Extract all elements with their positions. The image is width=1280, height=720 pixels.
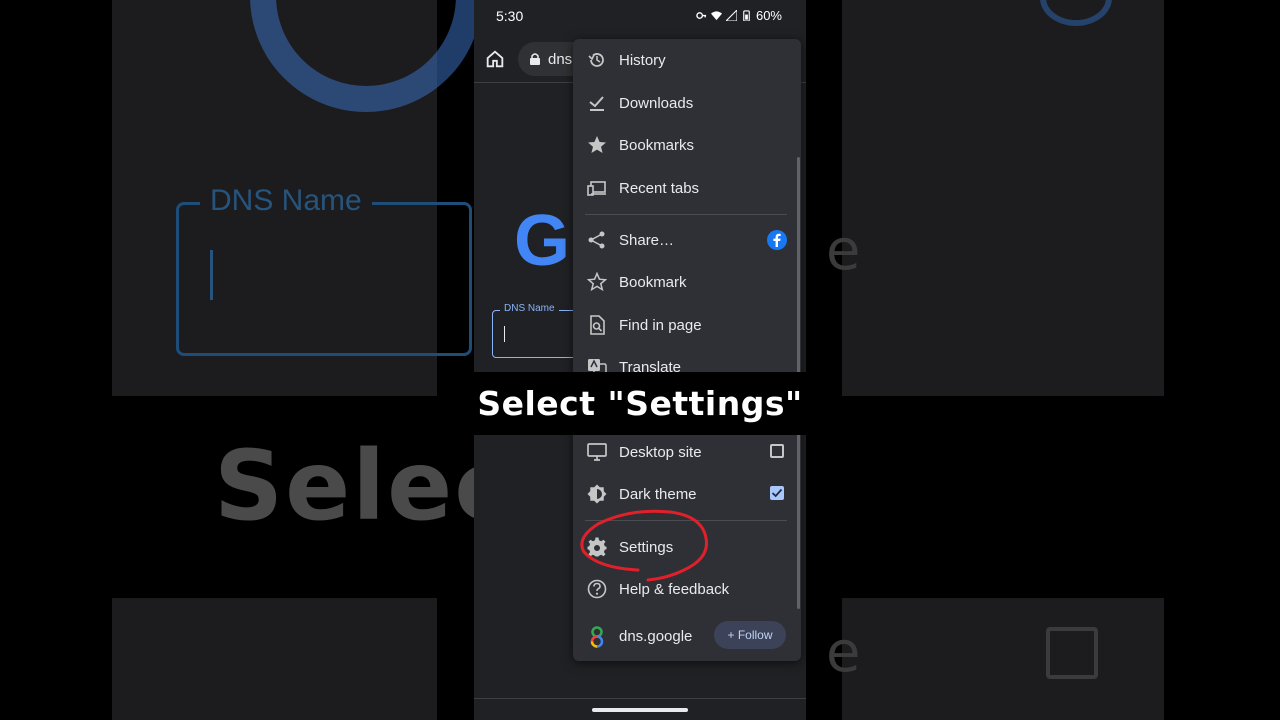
status-time: 5:30: [496, 8, 524, 24]
google-logo: G: [514, 201, 571, 281]
dns-google-site-icon: [590, 626, 604, 648]
menu-item-settings[interactable]: Settings: [573, 526, 801, 568]
battery-percent: 60%: [755, 8, 782, 23]
menu-item-label: Share…: [619, 231, 675, 249]
menu-item-label: Bookmark: [619, 273, 687, 291]
caption-text: Select "Settings": [477, 384, 803, 423]
menu-item-label: Bookmarks: [619, 136, 695, 154]
wifi-icon: [710, 11, 722, 21]
status-icons: 60%: [696, 8, 782, 23]
menu-divider: [585, 520, 787, 521]
follow-row: dns.google + Follow: [573, 616, 801, 658]
menu-item-label: Desktop site: [619, 443, 702, 461]
desktop-site-checkbox[interactable]: [770, 444, 784, 458]
background-dns-label: DNS Name: [200, 184, 372, 218]
menu-item-label: History: [619, 51, 666, 69]
history-icon: [588, 53, 604, 67]
menu-divider: [585, 214, 787, 215]
follow-button[interactable]: + Follow: [714, 621, 786, 649]
signal-icon: [725, 10, 737, 21]
menu-item-label: Settings: [619, 538, 674, 556]
key-icon: [696, 12, 707, 19]
find-in-page-icon: [590, 315, 605, 335]
site-name: dns.google: [619, 628, 693, 645]
menu-item-desktop-site[interactable]: Desktop site: [573, 431, 801, 473]
text-caret: [504, 326, 505, 342]
dark-theme-checkbox[interactable]: [770, 486, 784, 500]
lock-icon: [530, 53, 540, 65]
background-checkbox: [1046, 627, 1098, 679]
checkmark-icon: [771, 488, 783, 498]
menu-item-label: Downloads: [619, 94, 694, 112]
menu-item-label: Recent tabs: [619, 179, 700, 197]
gear-icon: [587, 537, 607, 557]
menu-item-label: Find in page: [619, 316, 702, 334]
dns-name-label: DNS Name: [500, 303, 559, 314]
share-icon: [588, 231, 605, 249]
background-panel-right: [842, 0, 1164, 720]
help-icon: [587, 579, 607, 599]
menu-item-history[interactable]: History: [573, 39, 801, 81]
menu-item-dark-theme[interactable]: Dark theme: [573, 473, 801, 515]
background-glyph: e: [826, 218, 861, 283]
background-caret: [210, 250, 213, 300]
home-icon[interactable]: [484, 48, 506, 70]
status-bar: 5:30 60%: [474, 0, 806, 34]
star-filled-icon: [588, 136, 606, 153]
phone-screen: 5:30 60% dns G DNS Name History Download…: [474, 0, 806, 720]
menu-item-help-feedback[interactable]: Help & feedback: [573, 568, 801, 610]
overflow-menu: History Downloads Bookmarks Recent tabs …: [573, 39, 801, 661]
download-check-icon: [589, 96, 604, 111]
navigation-bar: [474, 698, 806, 720]
menu-item-recent-tabs[interactable]: Recent tabs: [573, 167, 801, 209]
battery-icon: [743, 10, 750, 21]
devices-icon: [587, 181, 606, 196]
menu-item-downloads[interactable]: Downloads: [573, 82, 801, 124]
menu-item-label: Dark theme: [619, 485, 697, 503]
desktop-icon: [587, 443, 607, 461]
caption-band: Select "Settings": [474, 372, 806, 435]
menu-item-find-in-page[interactable]: Find in page: [573, 304, 801, 346]
gesture-handle[interactable]: [592, 708, 688, 712]
menu-item-bookmark[interactable]: Bookmark: [573, 261, 801, 303]
star-outline-icon: [587, 272, 607, 292]
dark-theme-icon: [587, 484, 607, 504]
menu-item-share[interactable]: Share…: [573, 219, 801, 261]
menu-item-bookmarks[interactable]: Bookmarks: [573, 124, 801, 166]
background-glyph: e: [826, 620, 861, 685]
background-dns-box: [176, 202, 472, 356]
facebook-icon[interactable]: [767, 230, 787, 250]
url-text: dns: [548, 50, 573, 68]
menu-item-label: Help & feedback: [619, 580, 730, 598]
